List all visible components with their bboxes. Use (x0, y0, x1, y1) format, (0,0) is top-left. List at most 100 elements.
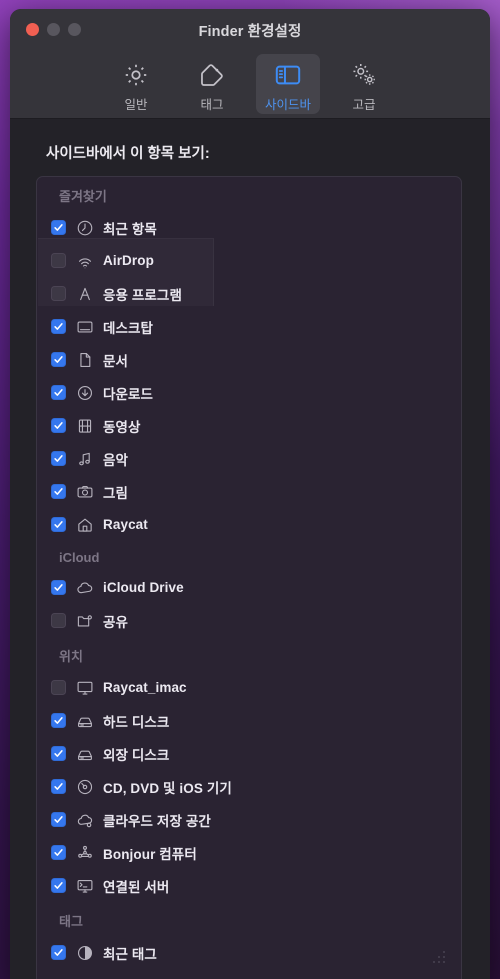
traffic-lights (26, 23, 81, 36)
externaldisk-icon (75, 744, 94, 763)
sidebar-preferences-pane: 사이드바에서 이 항목 보기: 즐겨찾기 최근 항목 AirDrop 응용 프로그램 데… (10, 119, 490, 979)
sidebar-item-row[interactable]: 응용 프로그램 (37, 277, 461, 310)
cloud-icon (75, 578, 94, 597)
checkbox-checked[interactable] (51, 812, 66, 827)
sidebar-item-row[interactable]: 공유 (37, 604, 461, 637)
server-icon (75, 876, 94, 895)
sidebar-item-label: iCloud Drive (103, 580, 184, 595)
document-icon (75, 350, 94, 369)
bonjour-icon (75, 843, 94, 862)
sidebar-item-row[interactable]: 외장 디스크 (37, 737, 461, 770)
checkbox-checked[interactable] (51, 385, 66, 400)
sidebar-item-label: 그림 (103, 485, 129, 501)
sidebar-item-label: CD, DVD 및 iOS 기기 (103, 780, 232, 796)
sidebar-item-label: 데스크탑 (103, 320, 154, 336)
gear-icon (122, 59, 150, 91)
checkbox-unchecked[interactable] (51, 286, 66, 301)
sidebar-item-label: 공유 (103, 614, 129, 630)
checkbox-checked[interactable] (51, 713, 66, 728)
sidebar-item-label: AirDrop (103, 253, 154, 268)
tab-tags[interactable]: 태그 (180, 54, 244, 114)
checkbox-unchecked[interactable] (51, 680, 66, 695)
maximize-button[interactable] (68, 23, 81, 36)
clock-icon (75, 218, 94, 237)
tags-circle-icon (75, 943, 94, 962)
desktop-icon (75, 317, 94, 336)
cloudstorage-icon (75, 810, 94, 829)
checkbox-checked[interactable] (51, 352, 66, 367)
checkbox-checked[interactable] (51, 220, 66, 235)
finder-preferences-window: Finder 환경설정 일반 태그 사이드바 고급 사이드바에서 이 항목 보기… (10, 9, 490, 979)
download-icon (75, 383, 94, 402)
sidebar-item-row[interactable]: 최근 태그 (37, 936, 461, 969)
group-header: 태그 (59, 914, 83, 929)
sidebar-item-row[interactable]: Raycat (37, 508, 461, 541)
checkbox-checked[interactable] (51, 580, 66, 595)
sidebar-item-row[interactable]: 음악 (37, 442, 461, 475)
sidebar-item-label: 클라우드 저장 공간 (103, 813, 211, 829)
shared-folder-icon (75, 611, 94, 630)
tab-sidebar-label: 사이드바 (264, 98, 311, 112)
checkbox-unchecked[interactable] (51, 253, 66, 268)
sidebar-item-label: 음악 (103, 452, 129, 468)
imac-icon (75, 678, 94, 697)
tab-general-label: 일반 (124, 98, 148, 112)
sidebar-item-label: 최근 항목 (103, 221, 157, 237)
sidebar-item-row[interactable]: iCloud Drive (37, 571, 461, 604)
sidebar-item-label: 응용 프로그램 (103, 287, 182, 303)
checkbox-checked[interactable] (51, 746, 66, 761)
gears-icon (350, 59, 378, 91)
movie-icon (75, 416, 94, 435)
window-titlebar[interactable]: Finder 환경설정 (10, 9, 490, 52)
tab-advanced[interactable]: 고급 (332, 54, 396, 114)
sidebar-item-row[interactable]: 연결된 서버 (37, 869, 461, 902)
sidebar-item-row[interactable]: Raycat_imac (37, 671, 461, 704)
minimize-button[interactable] (47, 23, 60, 36)
sidebar-item-label: Bonjour 컴퓨터 (103, 846, 197, 862)
home-icon (75, 515, 94, 534)
sidebar-item-label: 연결된 서버 (103, 879, 170, 895)
sidebar-item-row[interactable]: 다운로드 (37, 376, 461, 409)
checkbox-checked[interactable] (51, 845, 66, 860)
applications-icon (75, 284, 94, 303)
group-header: iCloud (59, 550, 100, 565)
sidebar-item-row[interactable]: 그림 (37, 475, 461, 508)
sidebar-item-label: 다운로드 (103, 386, 154, 402)
sidebar-item-label: Raycat_imac (103, 680, 187, 695)
sidebar-item-row[interactable]: 동영상 (37, 409, 461, 442)
tab-general[interactable]: 일반 (104, 54, 168, 114)
close-button[interactable] (26, 23, 39, 36)
sidebar-item-row[interactable]: 하드 디스크 (37, 704, 461, 737)
tab-advanced-label: 고급 (352, 98, 376, 112)
checkbox-unchecked[interactable] (51, 613, 66, 628)
sidebar-item-row[interactable]: Bonjour 컴퓨터 (37, 836, 461, 869)
sidebar-item-row[interactable]: 클라우드 저장 공간 (37, 803, 461, 836)
tag-icon (198, 59, 226, 91)
sidebar-item-row[interactable]: 데스크탑 (37, 310, 461, 343)
page-title: 사이드바에서 이 항목 보기: (46, 146, 210, 162)
resize-grip-icon[interactable] (433, 951, 447, 963)
checkbox-checked[interactable] (51, 418, 66, 433)
sidebar-item-label: 동영상 (103, 419, 141, 435)
airdrop-icon (75, 251, 94, 270)
checkbox-checked[interactable] (51, 484, 66, 499)
checkbox-checked[interactable] (51, 451, 66, 466)
checkbox-checked[interactable] (51, 945, 66, 960)
sidebar-item-row[interactable]: 최근 항목 (37, 211, 461, 244)
sidebar-item-row[interactable]: AirDrop (37, 244, 461, 277)
checkbox-checked[interactable] (51, 779, 66, 794)
music-icon (75, 449, 94, 468)
checkbox-checked[interactable] (51, 878, 66, 893)
tab-tags-label: 태그 (200, 98, 224, 112)
preferences-toolbar: 일반 태그 사이드바 고급 (10, 52, 490, 119)
checkbox-checked[interactable] (51, 517, 66, 532)
sidebar-item-label: 외장 디스크 (103, 747, 170, 763)
sidebar-item-row[interactable]: 문서 (37, 343, 461, 376)
tab-sidebar[interactable]: 사이드바 (256, 54, 320, 114)
checkbox-checked[interactable] (51, 319, 66, 334)
sidebar-item-label: 하드 디스크 (103, 714, 170, 730)
sidebar-item-row[interactable]: CD, DVD 및 iOS 기기 (37, 770, 461, 803)
sidebar-item-label: 문서 (103, 353, 129, 369)
sidebar-items-list: 즐겨찾기 최근 항목 AirDrop 응용 프로그램 데스크탑 문서 다운로드 동영상 음악 그림… (36, 176, 462, 979)
sidebar-item-label: 최근 태그 (103, 946, 157, 962)
